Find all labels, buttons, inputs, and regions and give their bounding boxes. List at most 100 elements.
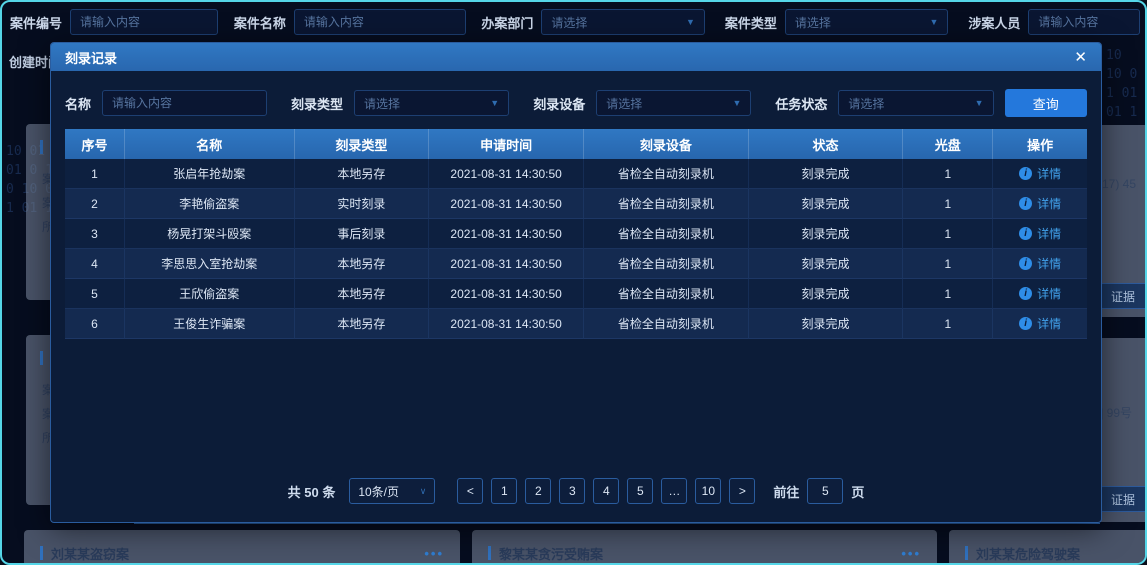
evidence-button[interactable]: 证据 — [1100, 283, 1147, 309]
table-cell: 2021-08-31 14:30:50 — [429, 309, 584, 339]
table-cell: 2021-08-31 14:30:50 — [429, 159, 584, 189]
action-cell: i详情 — [993, 309, 1087, 339]
column-header: 申请时间 — [429, 129, 584, 159]
page-button[interactable]: 1 — [491, 478, 517, 504]
case-card[interactable]: 黎某某贪污受贿案 ••• — [472, 530, 937, 565]
case-number-field: 案件编号 — [10, 9, 214, 35]
table-cell: 刻录完成 — [749, 249, 904, 279]
table-cell: 刻录完成 — [749, 219, 904, 249]
burn-device-select[interactable]: 请选择 ▼ — [596, 90, 751, 116]
department-field: 办案部门 请选择 ▼ — [481, 9, 705, 35]
table-cell: 刻录完成 — [749, 279, 904, 309]
table-row: 1张启年抢劫案本地另存2021-08-31 14:30:50省检全自动刻录机刻录… — [65, 159, 1087, 189]
table-cell: 省检全自动刻录机 — [584, 279, 749, 309]
table-cell: 6 — [65, 309, 125, 339]
detail-link[interactable]: 详情 — [1037, 255, 1061, 272]
table-cell: 省检全自动刻录机 — [584, 159, 749, 189]
case-card[interactable]: 刘某某危险驾驶案 — [949, 530, 1147, 565]
department-select[interactable]: 请选择 ▼ — [541, 9, 705, 35]
detail-link[interactable]: 详情 — [1037, 195, 1061, 212]
table-cell: 2021-08-31 14:30:50 — [429, 219, 584, 249]
table-cell: 1 — [903, 309, 993, 339]
page-button[interactable]: 4 — [593, 478, 619, 504]
dialog-filter-bar: 名称 刻录类型 请选择 ▼ 刻录设备 请选择 ▼ 任务状态 请选择 ▼ 查询 — [51, 71, 1101, 129]
next-page-button[interactable]: > — [729, 478, 755, 504]
case-card-title: 刘某某危险驾驶案 — [976, 544, 1080, 563]
table-cell: 张启年抢劫案 — [125, 159, 295, 189]
action-cell: i详情 — [993, 249, 1087, 279]
page-size-select[interactable]: 10条/页 ∨ — [349, 478, 435, 504]
evidence-button-label: 证据 — [1111, 288, 1135, 305]
task-status-label: 任务状态 — [775, 94, 827, 113]
table-row: 3杨晃打架斗殴案事后刻录2021-08-31 14:30:50省检全自动刻录机刻… — [65, 219, 1087, 249]
table-cell: 省检全自动刻录机 — [584, 189, 749, 219]
table-cell: 5 — [65, 279, 125, 309]
name-filter-input[interactable] — [102, 90, 267, 116]
table-cell: 王俊生诈骗案 — [125, 309, 295, 339]
table-cell: 事后刻录 — [295, 219, 430, 249]
table-cell: 本地另存 — [295, 309, 430, 339]
app-frame: 案件编号 案件名称 办案部门 请选择 ▼ 案件类型 请选择 ▼ 涉案人员 创建时… — [0, 0, 1147, 565]
person-label: 涉案人员 — [968, 13, 1020, 32]
page-button[interactable]: 10 — [695, 478, 721, 504]
info-icon: i — [1019, 197, 1032, 210]
info-icon: i — [1019, 167, 1032, 180]
page-button[interactable]: 2 — [525, 478, 551, 504]
dialog-title: 刻录记录 — [65, 48, 117, 67]
burn-records-dialog: 刻录记录 ✕ 名称 刻录类型 请选择 ▼ 刻录设备 请选择 ▼ 任务状态 请选择… — [50, 42, 1102, 523]
table-cell: 杨晃打架斗殴案 — [125, 219, 295, 249]
panel-fragment-text: ] 99号 — [1100, 404, 1132, 421]
case-card[interactable]: 刘某某盗窃案 ••• — [24, 530, 460, 565]
burn-type-select[interactable]: 请选择 ▼ — [354, 90, 509, 116]
accent-bar — [40, 351, 43, 365]
action-cell: i 详情 — [993, 189, 1087, 219]
page-button[interactable]: … — [661, 478, 687, 504]
detail-link[interactable]: 详情 — [1037, 225, 1061, 242]
table-cell: 1 — [903, 219, 993, 249]
case-type-field: 案件类型 请选择 ▼ — [725, 9, 949, 35]
case-name-input[interactable] — [294, 9, 466, 35]
page-button[interactable]: 5 — [627, 478, 653, 504]
more-menu-icon[interactable]: ••• — [424, 546, 444, 561]
detail-link[interactable]: 详情 — [1037, 285, 1061, 302]
table-cell: 刻录完成 — [749, 159, 904, 189]
table-cell: 4 — [65, 249, 125, 279]
table-cell: 2021-08-31 14:30:50 — [429, 249, 584, 279]
records-table: 序号名称刻录类型申请时间刻录设备状态光盘操作 1张启年抢劫案本地另存2021-0… — [65, 129, 1087, 339]
detail-link[interactable]: 详情 — [1037, 315, 1061, 332]
close-icon[interactable]: ✕ — [1074, 50, 1087, 65]
dialog-header: 刻录记录 ✕ — [51, 43, 1101, 71]
table-cell: 李思思入室抢劫案 — [125, 249, 295, 279]
search-button[interactable]: 查询 — [1005, 89, 1087, 117]
table-cell: 3 — [65, 219, 125, 249]
person-input[interactable] — [1028, 9, 1140, 35]
table-cell: 1 — [903, 189, 993, 219]
table-row: 6王俊生诈骗案本地另存2021-08-31 14:30:50省检全自动刻录机刻录… — [65, 309, 1087, 339]
info-icon: i — [1019, 227, 1032, 240]
panel-fragment-text: 17) 45 — [1102, 177, 1136, 191]
task-status-select[interactable]: 请选择 ▼ — [838, 90, 993, 116]
table-cell: 2021-08-31 14:30:50 — [429, 189, 584, 219]
more-menu-icon[interactable]: ••• — [901, 546, 921, 561]
table-cell: 实时刻录 — [295, 189, 430, 219]
detail-link[interactable]: 详情 — [1037, 165, 1061, 182]
evidence-button-label: 证据 — [1111, 491, 1135, 508]
table-row: 4李思思入室抢劫案本地另存2021-08-31 14:30:50省检全自动刻录机… — [65, 249, 1087, 279]
accent-bar — [40, 140, 43, 154]
case-number-input[interactable] — [70, 9, 218, 35]
page-button[interactable]: 3 — [559, 478, 585, 504]
chevron-down-icon: ∨ — [420, 486, 427, 497]
evidence-button[interactable]: 证据 — [1100, 486, 1147, 512]
department-label: 办案部门 — [481, 13, 533, 32]
column-header: 操作 — [993, 129, 1087, 159]
prev-page-button[interactable]: < — [457, 478, 483, 504]
table-cell: 1 — [903, 159, 993, 189]
case-type-select[interactable]: 请选择 ▼ — [785, 9, 949, 35]
column-header: 光盘 — [903, 129, 993, 159]
burn-type-select-value: 请选择 — [364, 95, 400, 112]
goto-page-input[interactable] — [807, 478, 843, 504]
matrix-decor-right: 10 10 0 1 01 01 1 — [1106, 46, 1137, 122]
name-filter-label: 名称 — [65, 94, 91, 113]
column-header: 名称 — [125, 129, 295, 159]
column-header: 刻录设备 — [584, 129, 749, 159]
